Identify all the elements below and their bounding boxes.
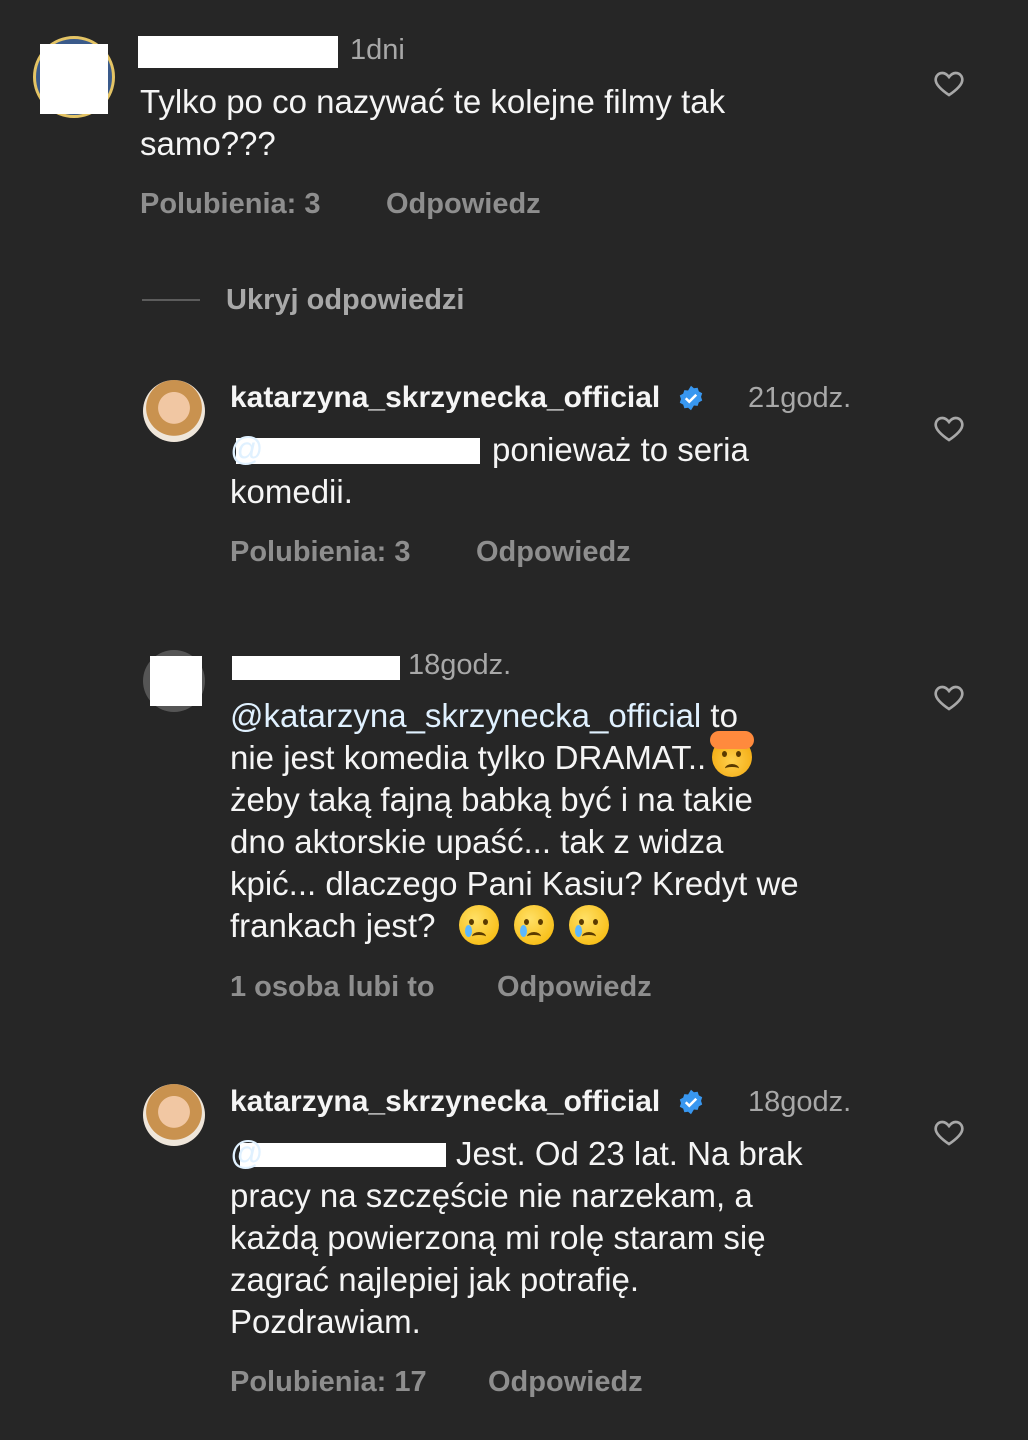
- line3: każdą powierzoną mi rolę staram się: [230, 1219, 766, 1256]
- comment-text: Tylko po co nazywać te kolejne filmy tak…: [140, 83, 726, 162]
- verified-icon: [679, 1089, 702, 1115]
- line5: Pozdrawiam.: [230, 1303, 421, 1340]
- verified-icon: [679, 385, 702, 411]
- line4: dno aktorskie upaść... tak z widza: [230, 823, 724, 860]
- redacted-username: [138, 36, 338, 68]
- comment-time: 1dni: [350, 34, 405, 66]
- heart-icon[interactable]: [932, 1116, 966, 1148]
- username-text[interactable]: katarzyna_skrzynecka_official: [230, 1085, 660, 1118]
- line4: zagrać najlepiej jak potrafię.: [230, 1261, 640, 1298]
- crying-face-emoji-icon: [513, 905, 554, 945]
- crying-face-emoji-icon: [458, 905, 499, 945]
- avatar[interactable]: [143, 380, 205, 442]
- reply-button[interactable]: Odpowiedz: [386, 188, 541, 221]
- comment-time: 21godz.: [748, 382, 852, 414]
- reply-button[interactable]: Odpowiedz: [476, 536, 631, 569]
- heart-icon[interactable]: [932, 412, 966, 444]
- redacted-mention: [236, 438, 480, 464]
- line5: kpić... dlaczego Pani Kasiu? Kredyt we: [230, 865, 799, 902]
- mention-start: @: [230, 430, 264, 467]
- line6: frankach jest?: [230, 907, 436, 944]
- crying-face-emoji-icon: [568, 905, 609, 945]
- comment-time: 18godz.: [408, 649, 512, 681]
- line2: nie jest komedia tylko DRAMAT..: [230, 739, 707, 776]
- line1: Jest. Od 23 lat. Na brak: [456, 1135, 803, 1172]
- redacted-avatar: [150, 656, 202, 706]
- likes-count[interactable]: Polubienia: 17: [230, 1366, 427, 1399]
- heart-icon[interactable]: [932, 67, 966, 99]
- reply-button[interactable]: Odpowiedz: [497, 971, 652, 1004]
- likes-count[interactable]: Polubienia: 3: [230, 536, 410, 569]
- redacted-avatar: [40, 44, 108, 114]
- heart-icon[interactable]: [932, 681, 966, 713]
- username[interactable]: katarzyna_skrzynecka_official: [230, 381, 705, 415]
- hide-replies-button[interactable]: Ukryj odpowiedzi: [226, 284, 464, 317]
- line2: pracy na szczęście nie narzekam, a: [230, 1177, 753, 1214]
- exploding-head-emoji-icon: [710, 731, 755, 777]
- likes-count[interactable]: 1 osoba lubi to: [230, 971, 435, 1004]
- comment-time: 18godz.: [748, 1086, 852, 1118]
- divider-line: [142, 299, 200, 301]
- line1-rest: to: [701, 697, 738, 734]
- reply-button[interactable]: Odpowiedz: [488, 1366, 643, 1399]
- line3: żeby taką fajną babką być i na takie: [230, 781, 753, 818]
- comment-text: Jest. Od 23 lat. Na brak pracy na szczęś…: [230, 1133, 920, 1343]
- username-text[interactable]: katarzyna_skrzynecka_official: [230, 381, 660, 414]
- username[interactable]: katarzyna_skrzynecka_official: [230, 1085, 705, 1119]
- comment-text-line2: komedii.: [230, 473, 353, 510]
- mention-link[interactable]: @katarzyna_skrzynecka_official: [230, 697, 701, 734]
- likes-count[interactable]: Polubienia: 3: [140, 188, 320, 221]
- comment-text: ponieważ to seria: [492, 431, 749, 468]
- avatar[interactable]: [143, 1084, 205, 1146]
- redacted-username: [232, 656, 400, 680]
- comment-text: @katarzyna_skrzynecka_official to nie je…: [230, 695, 910, 947]
